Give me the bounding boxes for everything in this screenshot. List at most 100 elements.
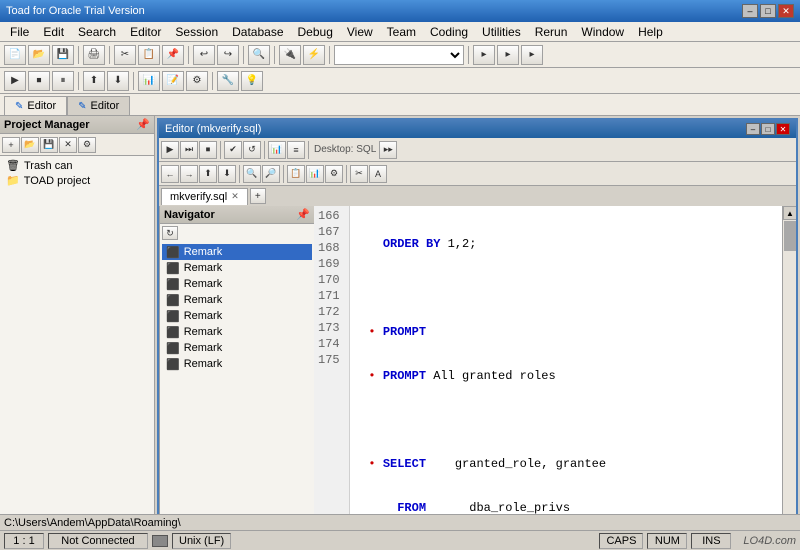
pm-new-button[interactable]: + — [2, 137, 20, 153]
nav-item-6[interactable]: ⬛ Remark — [162, 340, 312, 356]
tb2-btn6[interactable]: 📊 — [138, 71, 160, 91]
more2-button[interactable]: ▸ — [497, 45, 519, 65]
tree-item-project[interactable]: 📁 TOAD project — [2, 173, 152, 188]
pm-save-button[interactable]: 💾 — [40, 137, 58, 153]
editor-tab-2[interactable]: ✎ Editor — [67, 96, 130, 115]
et-explain-btn[interactable]: 📊 — [268, 141, 286, 159]
nav-item-7[interactable]: ⬛ Remark — [162, 356, 312, 372]
et2-btn4[interactable]: ⬇ — [218, 165, 236, 183]
close-button[interactable]: ✕ — [778, 4, 794, 18]
et-format-btn[interactable]: ≡ — [287, 141, 305, 159]
menu-edit[interactable]: Edit — [37, 23, 70, 41]
et-stop-btn[interactable]: ⏹ — [199, 141, 217, 159]
tb2-btn4[interactable]: ⬆ — [83, 71, 105, 91]
et-run-step-btn[interactable]: ⏭ — [180, 141, 198, 159]
panel-pin-icon[interactable]: 📌 — [136, 118, 150, 131]
code-content[interactable]: ORDER BY 1,2; • PROMPT • PROMPT All gran… — [350, 206, 782, 514]
et-run-btn[interactable]: ▶ — [161, 141, 179, 159]
menu-search[interactable]: Search — [72, 23, 122, 41]
scroll-thumb[interactable] — [784, 221, 796, 251]
workspace-select[interactable] — [334, 45, 464, 65]
editor-maximize-btn[interactable]: □ — [761, 123, 775, 135]
file-tab-mkverify[interactable]: mkverify.sql ✕ — [161, 188, 248, 205]
nav-item-1[interactable]: ⬛ Remark — [162, 260, 312, 276]
project-manager-header: Project Manager 📌 — [0, 116, 154, 134]
path-text: C:\Users\Andem\AppData\Roaming\ — [4, 517, 181, 529]
nav-item-3[interactable]: ⬛ Remark — [162, 292, 312, 308]
et2-btn3[interactable]: ⬆ — [199, 165, 217, 183]
et2-btn8[interactable]: 📊 — [306, 165, 324, 183]
tb2-btn7[interactable]: 📝 — [162, 71, 184, 91]
editor-body: Navigator 📌 ↻ ⬛ Remark ⬛ Remark — [159, 206, 796, 514]
nav-refresh[interactable]: ↻ — [160, 224, 314, 242]
save-button[interactable]: 💾 — [52, 45, 74, 65]
menu-editor[interactable]: Editor — [124, 23, 167, 41]
menu-view[interactable]: View — [341, 23, 379, 41]
pm-options-button[interactable]: ⚙ — [78, 137, 96, 153]
cut-button[interactable]: ✂ — [114, 45, 136, 65]
et2-btn7[interactable]: 📋 — [287, 165, 305, 183]
menu-file[interactable]: File — [4, 23, 35, 41]
db-disconnect-button[interactable]: ⚡ — [303, 45, 325, 65]
et2-btn11[interactable]: A — [369, 165, 387, 183]
nav-item-4[interactable]: ⬛ Remark — [162, 308, 312, 324]
et-rollback-btn[interactable]: ↺ — [243, 141, 261, 159]
nav-item-5[interactable]: ⬛ Remark — [162, 324, 312, 340]
et2-btn9[interactable]: ⚙ — [325, 165, 343, 183]
nav-item-0[interactable]: ⬛ Remark — [162, 244, 312, 260]
copy-button[interactable]: 📋 — [138, 45, 160, 65]
new-button[interactable]: 📄 — [4, 45, 26, 65]
print-button[interactable]: 🖨 — [83, 45, 105, 65]
et2-btn6[interactable]: 🔎 — [262, 165, 280, 183]
scroll-track[interactable] — [783, 220, 796, 514]
vertical-scrollbar[interactable]: ▲ ▼ — [782, 206, 796, 514]
menu-team[interactable]: Team — [381, 23, 422, 41]
menu-database[interactable]: Database — [226, 23, 289, 41]
menu-utilities[interactable]: Utilities — [476, 23, 527, 41]
pm-open-button[interactable]: 📂 — [21, 137, 39, 153]
status-bar: 1 : 1 Not Connected Unix (LF) CAPS NUM I… — [0, 530, 800, 550]
db-connect-button[interactable]: 🔌 — [279, 45, 301, 65]
tb2-btn5[interactable]: ⬇ — [107, 71, 129, 91]
open-button[interactable]: 📂 — [28, 45, 50, 65]
minimize-button[interactable]: – — [742, 4, 758, 18]
project-tree: 🗑 Trash can 📁 TOAD project — [0, 156, 154, 514]
et-more-btn[interactable]: ▸▸ — [379, 141, 397, 159]
menu-session[interactable]: Session — [169, 23, 224, 41]
add-file-tab-button[interactable]: + — [250, 188, 266, 204]
tb2-btn1[interactable]: ▶ — [4, 71, 26, 91]
menu-help[interactable]: Help — [632, 23, 669, 41]
editor-tab-1[interactable]: ✎ Editor — [4, 96, 67, 115]
more-button[interactable]: ▸ — [473, 45, 495, 65]
et2-btn2[interactable]: → — [180, 165, 198, 183]
tb2-btn3[interactable]: ⏸ — [52, 71, 74, 91]
pm-delete-button[interactable]: ✕ — [59, 137, 77, 153]
nav-refresh-btn[interactable]: ↻ — [162, 226, 178, 240]
paste-button[interactable]: 📌 — [162, 45, 184, 65]
scroll-up-btn[interactable]: ▲ — [783, 206, 796, 220]
undo-button[interactable]: ↩ — [193, 45, 215, 65]
et2-btn1[interactable]: ← — [161, 165, 179, 183]
redo-button[interactable]: ↪ — [217, 45, 239, 65]
menu-rerun[interactable]: Rerun — [529, 23, 574, 41]
et2-btn10[interactable]: ✂ — [350, 165, 368, 183]
editor-minimize-btn[interactable]: – — [746, 123, 760, 135]
tb2-btn10[interactable]: 💡 — [241, 71, 263, 91]
more3-button[interactable]: ▸ — [521, 45, 543, 65]
menu-window[interactable]: Window — [575, 23, 630, 41]
editor-close-btn[interactable]: ✕ — [776, 123, 790, 135]
menu-debug[interactable]: Debug — [292, 23, 339, 41]
tree-item-trash[interactable]: 🗑 Trash can — [2, 158, 152, 173]
et-commit-btn[interactable]: ✔ — [224, 141, 242, 159]
nav-item-2[interactable]: ⬛ Remark — [162, 276, 312, 292]
find-button[interactable]: 🔍 — [248, 45, 270, 65]
code-line-170 — [354, 412, 778, 428]
maximize-button[interactable]: □ — [760, 4, 776, 18]
tb2-btn2[interactable]: ⏹ — [28, 71, 50, 91]
nav-pin-icon[interactable]: 📌 — [296, 208, 310, 221]
menu-coding[interactable]: Coding — [424, 23, 474, 41]
file-tab-close-icon[interactable]: ✕ — [231, 191, 239, 202]
tb2-btn8[interactable]: ⚙ — [186, 71, 208, 91]
et2-btn5[interactable]: 🔍 — [243, 165, 261, 183]
tb2-btn9[interactable]: 🔧 — [217, 71, 239, 91]
